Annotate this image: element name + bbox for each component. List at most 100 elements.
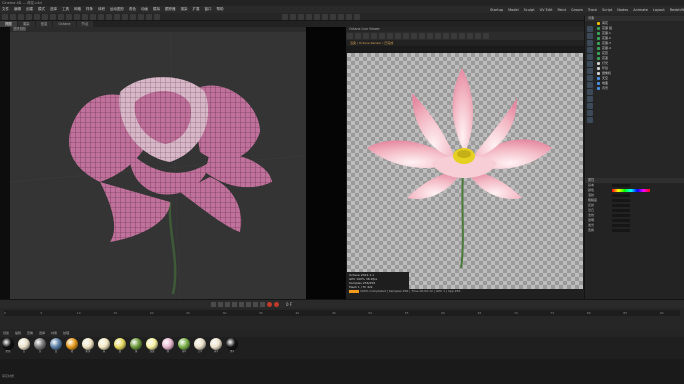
- attribute-field[interactable]: [612, 204, 630, 207]
- menu-item[interactable]: 工具: [62, 7, 69, 12]
- menu-item[interactable]: 选择: [50, 7, 57, 12]
- preview-tool-button[interactable]: [411, 33, 417, 39]
- attribute-field[interactable]: [612, 219, 630, 222]
- render-canvas[interactable]: [347, 53, 583, 289]
- toolbar-button[interactable]: [34, 13, 40, 20]
- playback-button[interactable]: [225, 301, 230, 307]
- toolbar-button[interactable]: [338, 13, 344, 20]
- toolbar-button[interactable]: [74, 13, 80, 20]
- color-spectrum[interactable]: [612, 189, 650, 192]
- object-tool-button[interactable]: [587, 103, 593, 109]
- record-button[interactable]: [274, 301, 279, 307]
- layout-item[interactable]: Nodes: [617, 8, 628, 12]
- perspective-viewport[interactable]: 透视视图: [10, 27, 346, 299]
- menu-item[interactable]: 跟踪器: [165, 7, 176, 12]
- layout-item[interactable]: Paint: [557, 8, 566, 12]
- preview-tool-button[interactable]: [387, 33, 393, 39]
- object-tool-button[interactable]: [587, 89, 593, 95]
- object-tool-button[interactable]: [587, 26, 593, 32]
- menu-item[interactable]: 网格: [74, 7, 81, 12]
- material-swatch[interactable]: 黑2: [225, 338, 239, 354]
- toolbar-button[interactable]: [10, 13, 16, 20]
- material-swatch[interactable]: 黑色: [1, 338, 15, 354]
- layout-item[interactable]: Groom: [571, 8, 583, 12]
- toolbar-button[interactable]: [26, 13, 32, 20]
- menu-item[interactable]: 运动图形: [110, 7, 124, 12]
- menu-item[interactable]: 角色: [129, 7, 136, 12]
- material-swatch[interactable]: 米: [97, 338, 111, 354]
- preview-tool-button[interactable]: [355, 33, 361, 39]
- material-swatch[interactable]: 粉: [161, 338, 175, 354]
- object-tool-button[interactable]: [587, 82, 593, 88]
- menu-item[interactable]: 扩展: [193, 7, 200, 12]
- toolbar-button[interactable]: [18, 13, 24, 20]
- object-tool-button[interactable]: [587, 75, 593, 81]
- menu-item[interactable]: 样条: [86, 7, 93, 12]
- preview-tool-button[interactable]: [475, 33, 481, 39]
- object-tool-button[interactable]: [587, 33, 593, 39]
- material-swatch[interactable]: 绿2: [177, 338, 191, 354]
- object-tool-button[interactable]: [587, 61, 593, 67]
- material-swatch[interactable]: 黄: [113, 338, 127, 354]
- layout-item[interactable]: Startup: [490, 8, 503, 12]
- object-tool-button[interactable]: [587, 47, 593, 53]
- object-tool-button[interactable]: [587, 110, 593, 116]
- material-swatch[interactable]: 米2: [209, 338, 223, 354]
- layout-item[interactable]: Track: [588, 8, 597, 12]
- playback-button[interactable]: [253, 301, 258, 307]
- material-swatch[interactable]: 白2: [193, 338, 207, 354]
- toolbar-button[interactable]: [290, 13, 296, 20]
- playback-button[interactable]: [260, 301, 265, 307]
- attribute-field[interactable]: [612, 199, 630, 202]
- layout-item[interactable]: Animate: [633, 8, 648, 12]
- toolbar-button[interactable]: [2, 13, 8, 20]
- preview-tool-button[interactable]: [403, 33, 409, 39]
- layout-item[interactable]: Script: [602, 8, 612, 12]
- toolbar-button[interactable]: [98, 13, 104, 20]
- toolbar-button[interactable]: [130, 13, 136, 20]
- material-menu-item[interactable]: 纹理: [63, 329, 69, 337]
- preview-tool-button[interactable]: [419, 33, 425, 39]
- material-swatch[interactable]: 橙: [65, 338, 79, 354]
- toolbar-button[interactable]: [42, 13, 48, 20]
- material-swatch[interactable]: 灰: [33, 338, 47, 354]
- playback-button[interactable]: [232, 301, 237, 307]
- record-button[interactable]: [267, 301, 272, 307]
- toolbar-button[interactable]: [282, 13, 288, 20]
- material-menu-item[interactable]: 编辑: [15, 329, 21, 337]
- menu-item[interactable]: 体积: [98, 7, 105, 12]
- preview-tool-button[interactable]: [451, 33, 457, 39]
- material-swatch[interactable]: 浅黄: [145, 338, 159, 354]
- toolbar-button[interactable]: [58, 13, 64, 20]
- material-swatch[interactable]: 象牙: [81, 338, 95, 354]
- toolbar-button[interactable]: [346, 13, 352, 20]
- playback-button[interactable]: [218, 301, 223, 307]
- toolbar-button[interactable]: [138, 13, 144, 20]
- object-tool-button[interactable]: [587, 96, 593, 102]
- menu-item[interactable]: 模拟: [153, 7, 160, 12]
- toolbar-button[interactable]: [122, 13, 128, 20]
- preview-tool-button[interactable]: [483, 33, 489, 39]
- material-swatch[interactable]: 蓝: [49, 338, 63, 354]
- toolbar-button[interactable]: [330, 13, 336, 20]
- preview-tool-button[interactable]: [395, 33, 401, 39]
- layout-item[interactable]: Sculpt: [524, 8, 535, 12]
- attribute-field[interactable]: [612, 194, 630, 197]
- object-tool-button[interactable]: [587, 54, 593, 60]
- menu-item[interactable]: 文件: [2, 7, 9, 12]
- attribute-field[interactable]: [612, 229, 630, 232]
- attribute-field[interactable]: [612, 214, 630, 217]
- menu-item[interactable]: 窗口: [205, 7, 212, 12]
- toolbar-button[interactable]: [154, 13, 160, 20]
- playback-button[interactable]: [246, 301, 251, 307]
- material-menu-item[interactable]: 创建: [3, 329, 9, 337]
- preview-tool-button[interactable]: [459, 33, 465, 39]
- menu-item[interactable]: 模式: [38, 7, 45, 12]
- toolbar-button[interactable]: [314, 13, 320, 20]
- layout-item[interactable]: Redshift: [670, 8, 684, 12]
- playback-button[interactable]: [239, 301, 244, 307]
- preview-tool-button[interactable]: [435, 33, 441, 39]
- attribute-field[interactable]: [612, 224, 630, 227]
- toolbar-button[interactable]: [50, 13, 56, 20]
- playback-button[interactable]: [211, 301, 216, 307]
